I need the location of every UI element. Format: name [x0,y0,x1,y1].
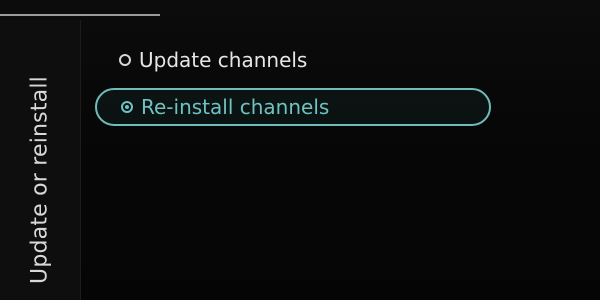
option-list: Update channels Re-install channels [95,40,495,134]
side-panel: Update or reinstall [0,20,81,300]
option-label: Re-install channels [141,95,330,119]
option-reinstall-channels[interactable]: Re-install channels [95,88,491,126]
radio-unselected-icon [119,54,131,66]
radio-selected-icon [121,101,133,113]
side-panel-title: Update or reinstall [27,76,53,284]
tv-menu-screen: Update or reinstall Update channels Re-i… [0,0,600,300]
option-label: Update channels [139,48,308,72]
option-update-channels[interactable]: Update channels [95,40,495,80]
top-divider [0,14,160,16]
